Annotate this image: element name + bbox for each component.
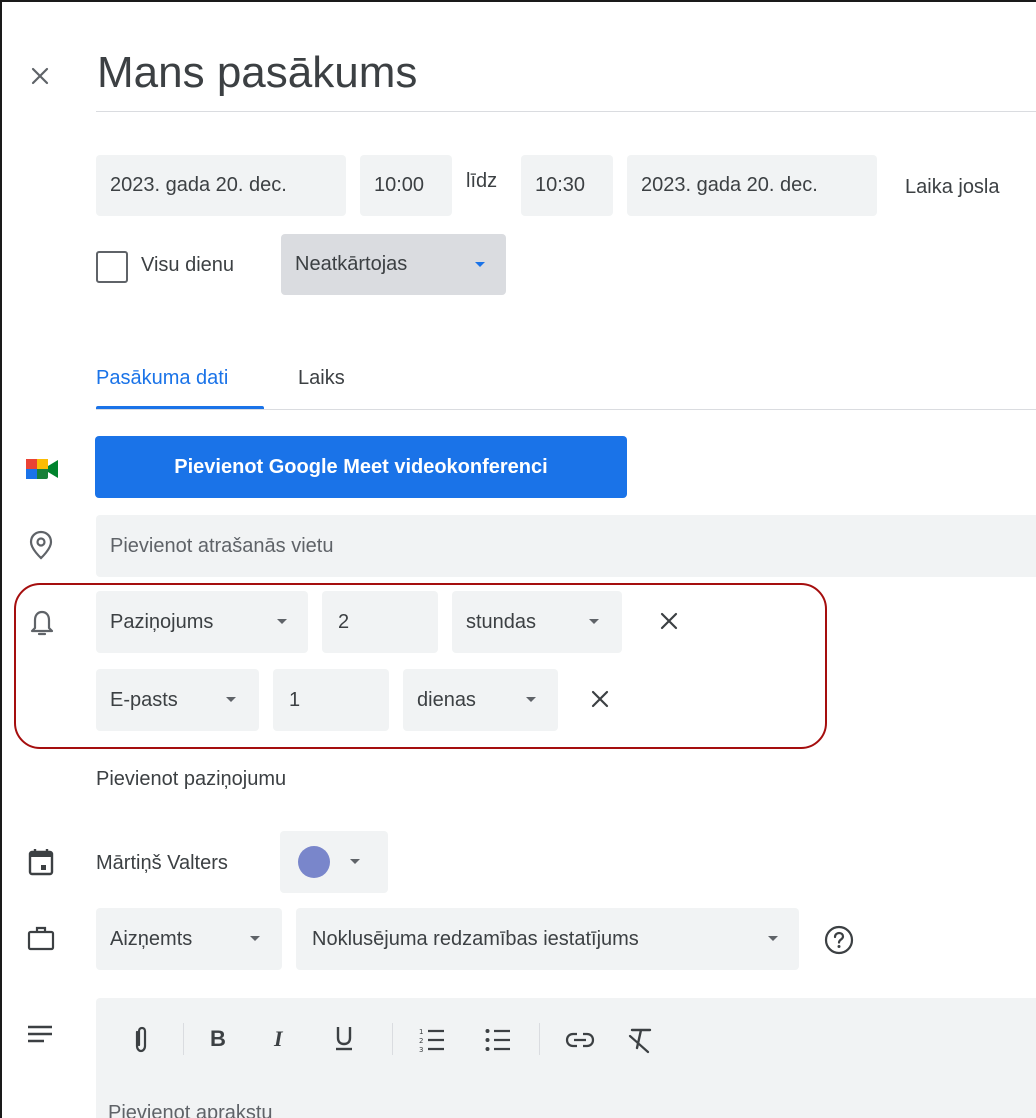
svg-text:3: 3	[419, 1046, 423, 1054]
calendar-color-dropdown[interactable]	[280, 831, 388, 893]
to-label: līdz	[466, 170, 498, 192]
bulleted-list-icon[interactable]	[484, 1026, 514, 1054]
location-pin-icon	[26, 529, 56, 561]
numbered-list-icon[interactable]: 123	[418, 1026, 448, 1054]
add-notification-link[interactable]: Pievienot paziņojumu	[96, 768, 286, 791]
timezone-button[interactable]: Laika josla	[905, 176, 1000, 199]
all-day-label: Visu dienu	[141, 254, 235, 276]
toolbar-divider	[539, 1023, 540, 1055]
close-icon[interactable]	[24, 60, 56, 92]
visibility-dropdown[interactable]: Noklusējuma redzamības iestatījums	[296, 908, 799, 970]
svg-text:1: 1	[419, 1028, 423, 1036]
help-icon[interactable]	[823, 924, 855, 956]
location-input[interactable]: Pievienot atrašanās vietu	[96, 515, 1036, 577]
description-editor[interactable]: Pievienot aprakstu	[96, 998, 1036, 1118]
svg-text:2: 2	[419, 1037, 423, 1045]
italic-icon[interactable]: I	[274, 1026, 283, 1052]
briefcase-icon	[26, 924, 56, 952]
highlight-annotation	[14, 583, 827, 749]
chevron-down-icon	[250, 936, 260, 941]
busy-status-dropdown[interactable]: Aizņemts	[96, 908, 282, 970]
bold-icon[interactable]: B	[210, 1026, 226, 1052]
event-editor: Mans pasākums 2023. gada 20. dec. 10:00 …	[0, 0, 1036, 1118]
calendar-icon	[27, 847, 55, 877]
all-day-checkbox[interactable]	[96, 251, 128, 283]
repeat-dropdown[interactable]: Neatkārtojas	[281, 234, 506, 295]
link-icon[interactable]	[564, 1029, 596, 1051]
tab-event-details[interactable]: Pasākuma dati	[96, 367, 228, 390]
chevron-down-icon	[768, 936, 778, 941]
underline-icon[interactable]	[331, 1022, 357, 1054]
event-title: Mans pasākums	[97, 48, 418, 97]
start-time-field[interactable]: 10:00	[360, 155, 452, 216]
tab-time[interactable]: Laiks	[298, 367, 345, 390]
calendar-owner: Mārtiņš Valters	[96, 852, 228, 874]
tabs-divider	[96, 409, 1036, 410]
chevron-down-icon	[350, 859, 360, 864]
start-date-field[interactable]: 2023. gada 20. dec.	[96, 155, 346, 216]
notes-icon	[26, 1024, 56, 1048]
add-meet-button[interactable]: Pievienot Google Meet videokonferenci	[95, 436, 627, 498]
toolbar-divider	[183, 1023, 184, 1055]
end-time-field[interactable]: 10:30	[521, 155, 613, 216]
toolbar-divider	[392, 1023, 393, 1055]
description-placeholder: Pievienot aprakstu	[108, 1102, 273, 1118]
attach-icon[interactable]	[129, 1024, 153, 1056]
google-meet-icon	[26, 456, 60, 482]
clear-formatting-icon[interactable]	[626, 1024, 654, 1054]
end-date-field[interactable]: 2023. gada 20. dec.	[627, 155, 877, 216]
color-swatch	[298, 846, 330, 878]
event-title-input[interactable]: Mans pasākums	[96, 40, 1036, 112]
chevron-down-icon	[475, 262, 485, 267]
